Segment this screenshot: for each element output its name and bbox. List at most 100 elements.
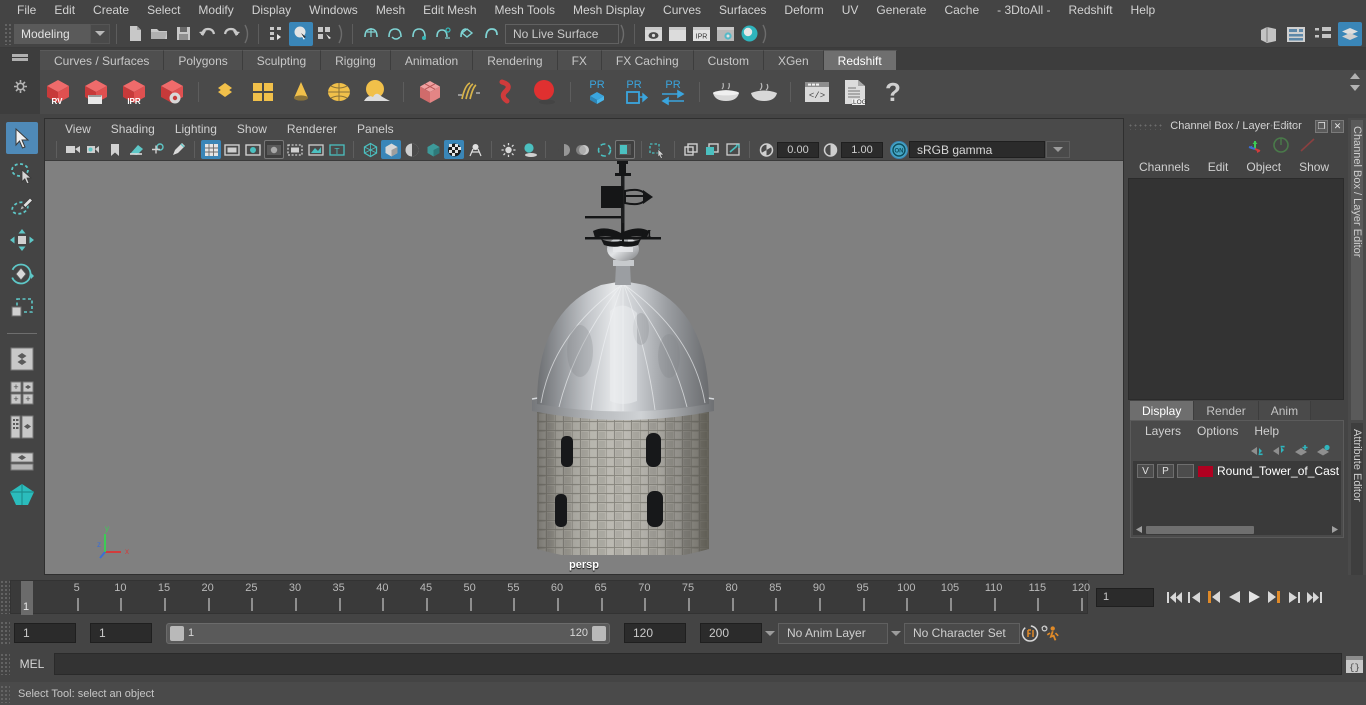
scroll-left-icon[interactable] [1135, 525, 1144, 534]
panel-grip-right[interactable] [1264, 122, 1300, 130]
move-layer-down-icon[interactable] [1272, 444, 1287, 457]
rotate-disc-icon[interactable] [1272, 136, 1290, 154]
menu-windows[interactable]: Windows [300, 0, 367, 20]
redshift-help-icon[interactable]: ? [875, 73, 911, 111]
exposure-field[interactable]: 0.00 [777, 141, 819, 158]
menu-mesh[interactable]: Mesh [367, 0, 414, 20]
channel-box-menu-edit[interactable]: Edit [1199, 156, 1238, 178]
range-slider-right-handle[interactable] [592, 625, 606, 641]
x-ray-icon[interactable] [444, 140, 464, 159]
manipulator-axis-icon[interactable] [1246, 136, 1264, 154]
layer-tab-display[interactable]: Display [1130, 401, 1195, 420]
viewport-menu-show[interactable]: Show [227, 119, 277, 139]
move-tool[interactable] [6, 224, 38, 256]
snap-to-point-icon[interactable] [407, 22, 431, 46]
redshift-ipr-icon[interactable]: IPR [116, 73, 152, 111]
redshift-sphere-icon[interactable] [526, 73, 562, 111]
menu-uv[interactable]: UV [833, 0, 868, 20]
resolution-gate-icon[interactable] [243, 140, 263, 159]
shelf-tab-custom[interactable]: Custom [693, 50, 764, 70]
gamma-icon[interactable] [820, 140, 840, 159]
play-backwards-icon[interactable] [1224, 586, 1244, 608]
range-slider-bar[interactable]: 1 120 [166, 622, 610, 644]
shelf-scroll-arrows[interactable] [1348, 72, 1362, 92]
wireframe-icon[interactable] [360, 140, 380, 159]
anim-layer-dropdown-arrow[interactable] [762, 623, 778, 643]
range-slider-grip[interactable] [0, 621, 10, 645]
screen-space-ao-icon[interactable] [552, 140, 572, 159]
layer-menu-layers[interactable]: Layers [1137, 421, 1189, 441]
status-line-grip[interactable] [4, 22, 12, 45]
make-live-icon[interactable] [479, 22, 503, 46]
layer-tab-render[interactable]: Render [1194, 401, 1259, 420]
image-capture-icon[interactable] [723, 140, 743, 159]
range-end-field[interactable]: 200 [700, 623, 762, 643]
lighting-icon[interactable] [498, 140, 518, 159]
command-input-field[interactable] [54, 653, 1342, 675]
play-forwards-icon[interactable] [1244, 586, 1264, 608]
render-settings-icon[interactable] [713, 22, 737, 46]
layer-row[interactable]: V P Round_Tower_of_Cast [1133, 461, 1341, 479]
step-back-keyframe-icon[interactable] [1184, 586, 1204, 608]
menu-set-selector[interactable]: Modeling [14, 23, 90, 44]
snap-to-projected-center-icon[interactable] [431, 22, 455, 46]
shadows-icon[interactable] [519, 140, 539, 159]
redshift-matte-icon[interactable] [245, 73, 281, 111]
auto-key-icon[interactable] [1020, 622, 1040, 644]
layer-color-swatch[interactable] [1197, 464, 1214, 478]
close-icon[interactable]: ✕ [1331, 119, 1344, 133]
restore-icon[interactable]: ❐ [1315, 119, 1328, 133]
scale-tool[interactable] [6, 292, 38, 324]
safe-action-icon[interactable] [306, 140, 326, 159]
outliner-persp-layout[interactable] [6, 411, 38, 443]
attribute-editor-icon[interactable] [1284, 22, 1308, 46]
viewport-menu-panels[interactable]: Panels [347, 119, 404, 139]
gate-mask-icon[interactable] [264, 140, 284, 159]
four-pane-layout[interactable]: + + + [6, 377, 38, 409]
paint-select-tool[interactable] [6, 190, 38, 222]
redshift-material-icon[interactable] [207, 73, 243, 111]
redshift-sss-icon[interactable] [321, 73, 357, 111]
menu-modify[interactable]: Modify [189, 0, 242, 20]
camera-attributes-icon[interactable] [84, 140, 104, 159]
menu-mesh-display[interactable]: Mesh Display [564, 0, 654, 20]
snap-to-view-plane-icon[interactable] [455, 22, 479, 46]
select-by-hierarchy-icon[interactable] [265, 22, 289, 46]
menu-3dtoall[interactable]: - 3DtoAll - [988, 0, 1059, 20]
motion-blur-icon[interactable] [573, 140, 593, 159]
x-ray-joints-icon[interactable] [465, 140, 485, 159]
redshift-script-icon[interactable]: </> [799, 73, 835, 111]
viewport-menu-renderer[interactable]: Renderer [277, 119, 347, 139]
vertical-tab-channel-box[interactable]: Channel Box / Layer Editor [1351, 120, 1363, 420]
scrollbar-thumb[interactable] [1146, 525, 1254, 534]
create-layer-from-selected-icon[interactable] [1316, 444, 1331, 457]
shaded-and-textured-icon[interactable] [402, 140, 422, 159]
live-surface-field[interactable]: No Live Surface [505, 23, 619, 44]
hypershade-persp-layout[interactable] [6, 445, 38, 477]
open-scene-icon[interactable] [147, 22, 171, 46]
bookmark-layout[interactable] [6, 479, 38, 511]
command-language-label[interactable]: MEL [10, 657, 54, 671]
character-set-dropdown-arrow[interactable] [888, 623, 904, 643]
playback-start-field[interactable]: 1 [90, 623, 152, 643]
redshift-curve-icon[interactable] [488, 73, 524, 111]
redo-icon[interactable] [219, 22, 243, 46]
film-gate-icon[interactable] [222, 140, 242, 159]
redshift-pr-transfer-icon[interactable]: PR [655, 73, 691, 111]
grease-pencil-icon[interactable] [168, 140, 188, 159]
layer-list-horizontal-scrollbar[interactable] [1133, 524, 1341, 535]
time-slider-grip[interactable] [0, 580, 10, 614]
layer-visibility-toggle[interactable]: V [1137, 464, 1154, 478]
grid-toggle-icon[interactable] [201, 140, 221, 159]
redshift-pr-export-icon[interactable]: PR [617, 73, 653, 111]
menu-select[interactable]: Select [138, 0, 189, 20]
redshift-pr-object-icon[interactable]: PR [579, 73, 615, 111]
bookmark-icon[interactable] [105, 140, 125, 159]
menu-create[interactable]: Create [84, 0, 138, 20]
step-forward-frame-icon[interactable] [1264, 586, 1284, 608]
channel-box-content[interactable] [1128, 178, 1344, 400]
menu-curves[interactable]: Curves [654, 0, 710, 20]
layer-menu-options[interactable]: Options [1189, 421, 1246, 441]
shelf-tab-xgen[interactable]: XGen [763, 50, 824, 70]
render-current-frame-icon[interactable] [641, 22, 665, 46]
